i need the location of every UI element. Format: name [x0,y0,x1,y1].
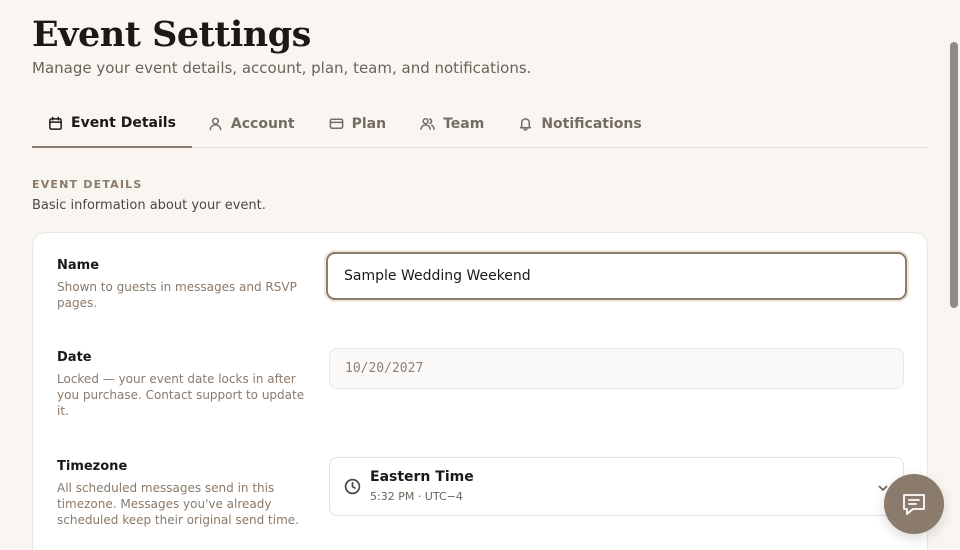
section-eyebrow: EVENT DETAILS [32,178,143,191]
tab-label: Team [443,115,485,132]
user-icon [209,117,222,131]
event-date-value: 10/20/2027 [345,361,424,376]
event-details-card: Name Shown to guests in messages and RSV… [32,232,928,550]
page-title: Event Settings [32,14,311,55]
credit-card-icon [329,118,343,129]
section-description: Basic information about your event. [32,198,266,213]
page-subtitle: Manage your event details, account, plan… [32,59,532,77]
tab-label: Notifications [541,115,642,132]
bell-icon [520,118,532,131]
timezone-select[interactable]: Eastern Time 5:32 PM · UTC−4 [329,457,904,516]
chat-button[interactable] [884,474,944,534]
timezone-help: All scheduled messages send in this time… [57,481,299,527]
event-name-input[interactable] [326,252,907,300]
tab-label: Event Details [71,115,176,131]
event-date-field: 10/20/2027 [329,348,904,389]
clock-icon [344,478,361,495]
chat-bubble-icon [903,494,925,515]
date-label: Date [57,350,92,365]
tab-team[interactable]: Team [404,100,502,147]
settings-tabs: Event Details Account Plan Team Notifica… [32,100,928,148]
tab-account[interactable]: Account [192,100,313,147]
tab-label: Account [230,115,295,132]
tab-plan[interactable]: Plan [313,100,404,147]
tab-notifications[interactable]: Notifications [502,100,659,147]
timezone-label: Timezone [57,459,128,474]
tab-event-details[interactable]: Event Details [32,100,192,148]
timezone-value: Eastern Time [370,469,474,485]
calendar-icon [49,116,62,130]
users-icon [420,117,435,130]
tab-label: Plan [351,115,387,132]
name-label: Name [57,258,100,273]
page-scrollbar[interactable] [950,42,958,308]
name-help: Shown to guests in messages and RSVP pag… [57,280,297,310]
date-help: Locked — your event date locks in after … [57,372,305,418]
timezone-detail: 5:32 PM · UTC−4 [370,490,463,503]
